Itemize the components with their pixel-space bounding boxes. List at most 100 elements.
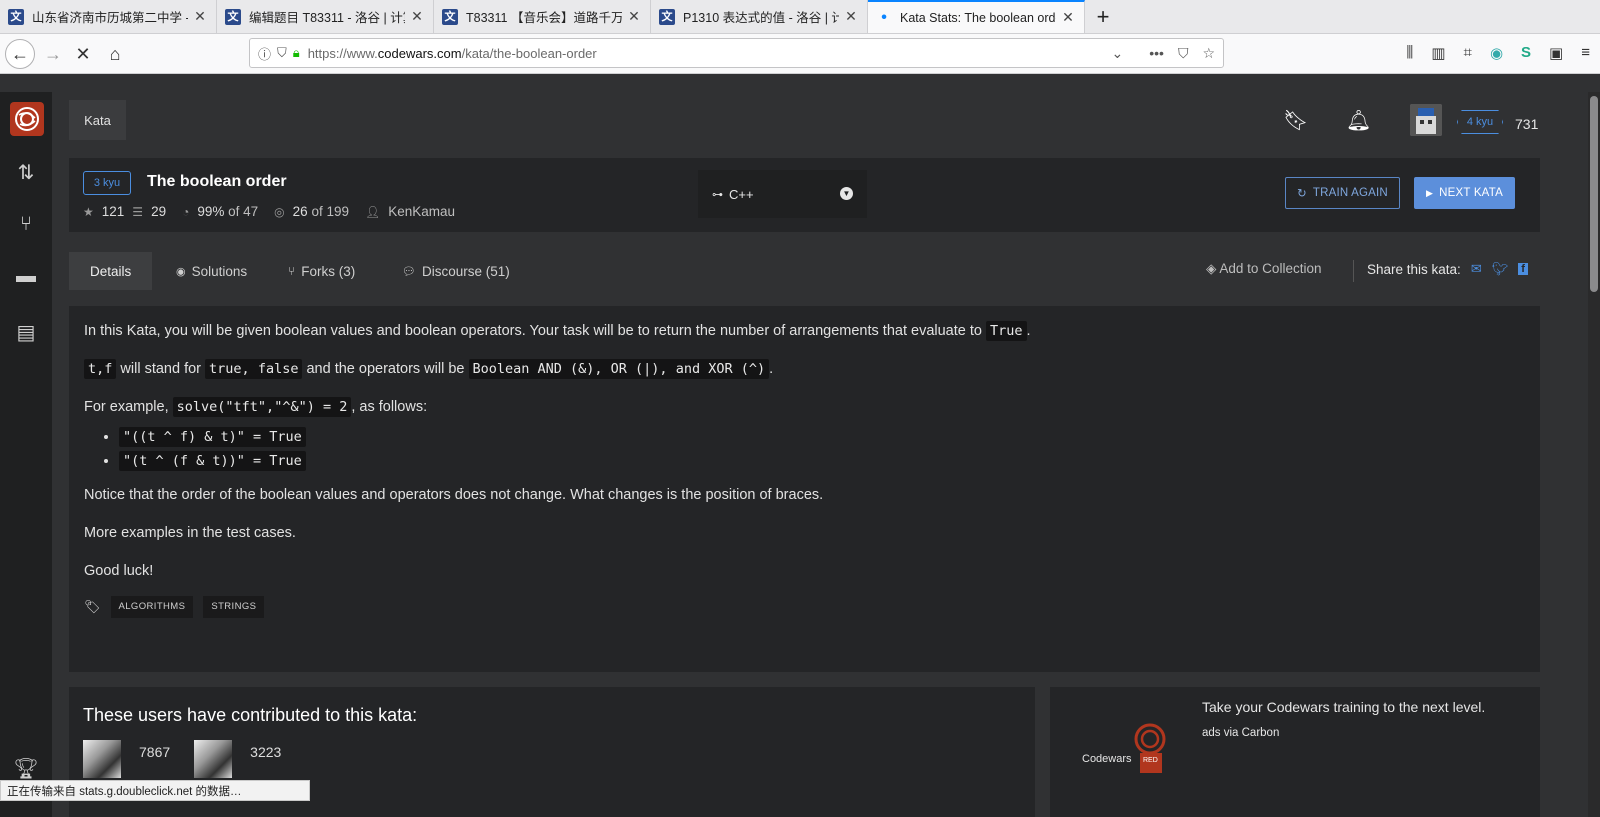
avatar[interactable] — [83, 740, 121, 778]
close-icon[interactable]: ✕ — [409, 8, 425, 25]
star-icon: ★ — [83, 204, 94, 219]
fork-icon[interactable]: ⑂ — [12, 210, 40, 238]
add-to-collection-button[interactable]: ◈ Add to Collection — [1206, 261, 1321, 277]
scrollbar[interactable] — [1588, 92, 1600, 817]
cpp-icon: ⊶ — [712, 188, 723, 201]
train-again-button[interactable]: ↻ TRAIN AGAIN — [1285, 177, 1400, 209]
fork-icon: ⑂ — [288, 264, 296, 278]
collections-count: 29 — [151, 204, 167, 219]
tab-forks[interactable]: ⑂ Forks (3) — [267, 252, 376, 290]
kata-title: The boolean order — [147, 173, 287, 190]
status-bar: 正在传输来自 stats.g.doubleclick.net 的数据… — [0, 780, 310, 801]
url-bar[interactable]: ⓘ ⛉ 🔒︎ https://www. codewars.com/kata/the… — [249, 38, 1224, 68]
collections-icon: ☰ — [132, 204, 144, 219]
tab-details[interactable]: Details — [69, 252, 153, 290]
browser-tab[interactable]: 文 编辑题目 T83311 - 洛谷 | 计算 ✕ — [217, 0, 434, 33]
tab-discourse[interactable]: 💬︎ Discourse (51) — [381, 252, 531, 290]
tag-list: 🏷︎ ALGORITHMS STRINGS — [84, 596, 1525, 618]
bell-icon[interactable]: 🔔︎ — [1346, 108, 1371, 133]
document-icon[interactable]: ▤ — [12, 318, 40, 346]
description-paragraph: Good luck! — [84, 562, 154, 579]
extension-icon[interactable]: ◉ — [1490, 44, 1503, 62]
sidebar: ⇅ ⑂ ▬ ▤ 🏆︎ — [0, 92, 52, 817]
browser-tab[interactable]: 文 山东省济南市历城第二中学 - 巨 ✕ — [0, 0, 217, 33]
tab-solutions[interactable]: ◉ Solutions — [155, 252, 268, 290]
loading-icon: • — [881, 8, 887, 26]
language-label: C++ — [729, 186, 754, 202]
example-list: "((t ^ f) & t)" = True "(t ^ (f & t))" =… — [84, 427, 1525, 471]
extension-box-icon[interactable]: ▣ — [1549, 44, 1563, 62]
close-icon[interactable]: ✕ — [843, 8, 859, 25]
lock-icon: 🔒︎ — [292, 45, 300, 60]
contributors-heading: These users have contributed to this kat… — [83, 705, 418, 725]
browser-tab-active[interactable]: • Kata Stats: The boolean order ✕ — [868, 0, 1085, 33]
sidebar-icon[interactable]: ▥ — [1431, 44, 1445, 62]
kata-description: In this Kata, you will be given boolean … — [69, 306, 1540, 672]
refresh-icon: ↻ — [1297, 188, 1307, 200]
new-tab-button[interactable]: + — [1085, 0, 1121, 33]
luogu-icon: 文 — [8, 8, 24, 25]
description-paragraph: In this Kata, you will be given boolean … — [84, 321, 1525, 341]
breadcrumb-kata[interactable]: Kata — [69, 100, 126, 140]
tab-label: Kata Stats: The boolean order — [900, 10, 1056, 25]
contributor[interactable]: 7867 — [83, 740, 170, 778]
stop-button[interactable]: ✕ — [68, 39, 98, 69]
play-icon: ▶ — [1426, 187, 1434, 198]
tab-label: T83311 【音乐会】道路千万条 — [466, 11, 622, 25]
next-kata-button[interactable]: ▶ NEXT KATA — [1414, 177, 1515, 209]
star-icon[interactable]: ☆ — [1202, 45, 1215, 62]
library-icon[interactable]: ⫼ — [1406, 44, 1413, 62]
shield-icon[interactable]: ⛉ — [277, 45, 287, 61]
inline-code: True — [985, 321, 1027, 341]
info-icon[interactable]: ⓘ — [258, 44, 271, 63]
back-button[interactable]: ← — [5, 39, 35, 69]
avatar[interactable] — [1410, 104, 1442, 136]
twitter-icon[interactable]: 🐦︎ — [1492, 261, 1509, 277]
crop-icon[interactable]: ⌗ — [1463, 44, 1471, 62]
page-actions-icon[interactable]: ••• — [1149, 45, 1164, 61]
carbon-ad[interactable]: Codewars RED Take your Codewars training… — [1050, 687, 1540, 817]
discuss-icon[interactable]: ▬ — [12, 262, 40, 290]
contributor-honor: 7867 — [139, 744, 171, 760]
browser-tab[interactable]: 文 T83311 【音乐会】道路千万条 ✕ — [434, 0, 651, 33]
facebook-icon[interactable]: f — [1518, 263, 1528, 275]
menu-icon[interactable]: ≡ — [1581, 44, 1590, 62]
close-icon[interactable]: ✕ — [626, 8, 642, 25]
tab-label: Solutions — [191, 263, 248, 279]
extension-s-icon[interactable]: S — [1521, 44, 1531, 62]
tab-label: 山东省济南市历城第二中学 - 巨 — [32, 11, 188, 25]
author-link[interactable]: KenKamau — [388, 204, 455, 219]
practice-icon[interactable]: ⇅ — [12, 158, 40, 186]
text: For example, — [84, 399, 173, 416]
share-label: Share this kata: — [1367, 261, 1461, 277]
mail-icon[interactable]: ✉ — [1471, 261, 1482, 277]
browser-tab[interactable]: 文 P1310 表达式的值 - 洛谷 | 计算 ✕ — [651, 0, 868, 33]
trophy-icon[interactable]: 🏆︎ — [12, 754, 40, 782]
home-button[interactable]: ⌂ — [100, 39, 130, 69]
user-icon: 👤︎ — [365, 204, 381, 219]
bookmark-icon[interactable]: 🔖︎ — [1283, 108, 1308, 133]
ad-brand: Codewars — [1082, 753, 1132, 765]
codewars-logo-icon[interactable] — [10, 102, 44, 136]
user-honor: 731 — [1515, 116, 1539, 132]
tag[interactable]: STRINGS — [203, 596, 265, 618]
text: . — [769, 361, 774, 378]
chevron-down-icon[interactable]: ⌄ — [1111, 45, 1123, 62]
description-paragraph: Notice that the order of the boolean val… — [84, 486, 824, 503]
chevron-down-icon: ▼ — [840, 187, 853, 200]
close-icon[interactable]: ✕ — [192, 8, 208, 25]
contributor[interactable]: 3223 — [194, 740, 281, 778]
ad-via[interactable]: ads via Carbon — [1202, 727, 1279, 739]
inline-code: "(t ^ (f & t))" = True — [119, 450, 306, 471]
tag[interactable]: ALGORITHMS — [110, 596, 194, 618]
avatar[interactable] — [194, 740, 233, 778]
luogu-icon: 文 — [659, 8, 675, 25]
satisfaction-value: 99% — [197, 204, 225, 219]
language-select[interactable]: ⊶ C++ ▼ — [698, 170, 867, 218]
ad-text[interactable]: Take your Codewars training to the next … — [1202, 699, 1485, 715]
pocket-icon[interactable]: ⛉ — [1178, 45, 1189, 62]
satisfaction-of: of 47 — [228, 204, 259, 219]
close-icon[interactable]: ✕ — [1060, 9, 1076, 26]
scroll-thumb[interactable] — [1590, 96, 1598, 292]
forward-button[interactable]: → — [38, 39, 68, 69]
